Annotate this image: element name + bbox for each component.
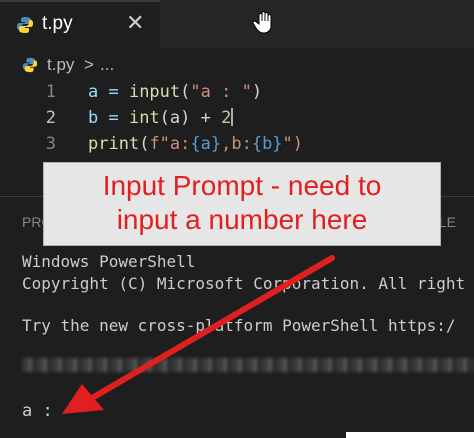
tab-label: t.py: [42, 13, 73, 34]
code-text: a = input("a : "): [88, 82, 263, 102]
callout-line-1: Input Prompt - need to: [102, 170, 382, 201]
tab-bar: t.py ✕: [0, 0, 474, 48]
annotation-callout: Input Prompt - need to input a number he…: [43, 162, 441, 246]
code-line: 3 print(f"a:{a},b:{b}"): [0, 132, 474, 158]
code-editor[interactable]: 1 a = input("a : ") 2 b = int(a) + 2 3 p…: [0, 80, 474, 160]
line-number: 2: [45, 108, 56, 128]
terminal-line: Windows PowerShell: [22, 252, 196, 271]
code-line: 1 a = input("a : "): [0, 80, 474, 106]
line-number: 1: [45, 82, 56, 102]
code-text: print(f"a:{a},b:{b}"): [88, 134, 304, 154]
code-text: b = int(a) + 2: [88, 108, 234, 128]
terminal-line: Try the new cross-platform PowerShell ht…: [22, 316, 456, 335]
hand-cursor-icon: [252, 10, 278, 40]
chevron-right-icon: >: [84, 55, 94, 74]
breadcrumb-more[interactable]: ...: [100, 55, 114, 75]
python-file-icon: [16, 16, 34, 38]
redacted-line: [22, 358, 474, 372]
terminal-prompt[interactable]: a :: [22, 401, 63, 421]
bottom-edge-bar: [346, 432, 474, 438]
line-number: 3: [45, 134, 56, 154]
python-file-icon: [22, 57, 38, 77]
callout-line-2: input a number here: [116, 204, 368, 235]
breadcrumb-file[interactable]: t.py: [47, 55, 74, 75]
close-icon[interactable]: ✕: [126, 10, 144, 36]
text-caret: [231, 108, 234, 126]
terminal-line: Copyright (C) Microsoft Corporation. All…: [22, 274, 466, 293]
breadcrumb: t.py > ...: [0, 48, 474, 80]
code-line: 2 b = int(a) + 2: [0, 106, 474, 132]
tab-t-py[interactable]: t.py ✕: [0, 0, 160, 48]
